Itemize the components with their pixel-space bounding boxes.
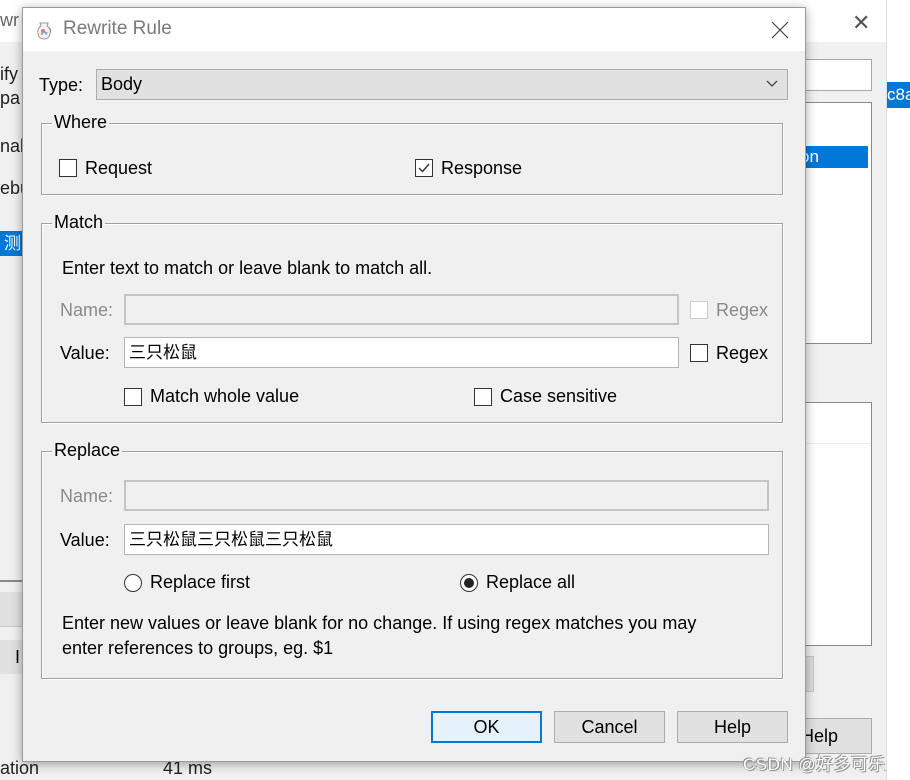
case-sensitive-checkbox[interactable]: [474, 388, 492, 406]
replace-all-label[interactable]: Replace all: [486, 572, 575, 593]
checkmark-icon: [418, 163, 430, 173]
replace-value-label: Value:: [60, 530, 110, 550]
match-name-label: Name:: [60, 300, 114, 320]
match-legend: Match: [52, 212, 106, 233]
dialog-title: Rewrite Rule: [63, 18, 172, 39]
request-checkbox[interactable]: [59, 159, 77, 177]
replace-value-input[interactable]: 三只松鼠三只松鼠三只松鼠: [124, 524, 769, 555]
background-list-selected-item[interactable]: on: [800, 146, 868, 168]
response-checkbox[interactable]: [415, 159, 433, 177]
background-list-row: [800, 443, 870, 444]
replace-group: Replace Name: Value: 三只松鼠三只松鼠三只松鼠 Replac…: [41, 440, 783, 679]
rewrite-rule-dialog: Rewrite Rule Type: Body Where Request Re…: [22, 7, 806, 762]
replace-legend: Replace: [52, 440, 123, 461]
background-strip-selected[interactable]: c8a: [887, 82, 910, 108]
match-name-input[interactable]: [124, 294, 679, 325]
help-button[interactable]: Help: [677, 711, 788, 743]
response-label[interactable]: Response: [441, 158, 522, 179]
watermark: CSDN @好多可乐: [743, 755, 887, 774]
background-right-panel: c8a: [886, 0, 910, 780]
background-list-2[interactable]: [800, 402, 872, 646]
match-value-label: Value:: [60, 343, 110, 363]
match-name-regex-checkbox[interactable]: [690, 301, 708, 319]
replace-hint-line2: enter references to groups, eg. $1: [62, 638, 334, 658]
replace-hint-line1: Enter new values or leave blank for no c…: [62, 613, 697, 633]
match-value-regex-label[interactable]: Regex: [716, 343, 768, 364]
match-hint: Enter text to match or leave blank to ma…: [62, 258, 433, 278]
background-help-label: Help: [801, 726, 839, 746]
cancel-button[interactable]: Cancel: [554, 711, 665, 743]
replace-first-label[interactable]: Replace first: [150, 572, 250, 593]
replace-name-label: Name:: [60, 486, 114, 506]
type-label: Type:: [39, 75, 84, 95]
background-title: wr: [0, 10, 19, 30]
match-name-regex-label: Regex: [716, 300, 769, 320]
background-input[interactable]: [800, 59, 872, 91]
radio-selected-dot: [464, 578, 474, 588]
background-tab-label: I: [15, 647, 21, 667]
background-toolbar: [0, 592, 22, 627]
background-close-icon[interactable]: ✕: [852, 10, 870, 36]
chevron-down-icon: [766, 80, 778, 87]
background-selected-item[interactable]: 测: [0, 231, 22, 256]
match-value-input[interactable]: 三只松鼠: [124, 337, 679, 368]
request-label[interactable]: Request: [85, 158, 152, 179]
match-value-regex-checkbox[interactable]: [690, 344, 708, 362]
background-help-button[interactable]: Help: [800, 718, 872, 754]
dialog-titlebar: Rewrite Rule: [23, 8, 805, 51]
ok-button[interactable]: OK: [431, 711, 542, 743]
replace-all-radio[interactable]: [460, 574, 478, 592]
jug-app-icon: [37, 22, 52, 40]
replace-name-input[interactable]: [124, 480, 769, 511]
match-whole-value-checkbox[interactable]: [124, 388, 142, 406]
close-button[interactable]: [763, 14, 797, 46]
close-icon: [771, 21, 789, 39]
where-legend: Where: [52, 112, 110, 133]
type-selected-value: Body: [101, 74, 143, 94]
background-label: ify: [0, 64, 18, 84]
match-whole-value-label[interactable]: Match whole value: [150, 386, 299, 407]
type-dropdown[interactable]: Body: [96, 69, 788, 100]
background-list[interactable]: [800, 102, 872, 344]
background-divider: [0, 580, 22, 582]
where-group: Where Request Response: [41, 112, 783, 195]
background-label: pa: [0, 88, 21, 108]
case-sensitive-label[interactable]: Case sensitive: [500, 386, 617, 407]
match-group: Match Enter text to match or leave blank…: [41, 212, 783, 423]
replace-first-radio[interactable]: [124, 574, 142, 592]
